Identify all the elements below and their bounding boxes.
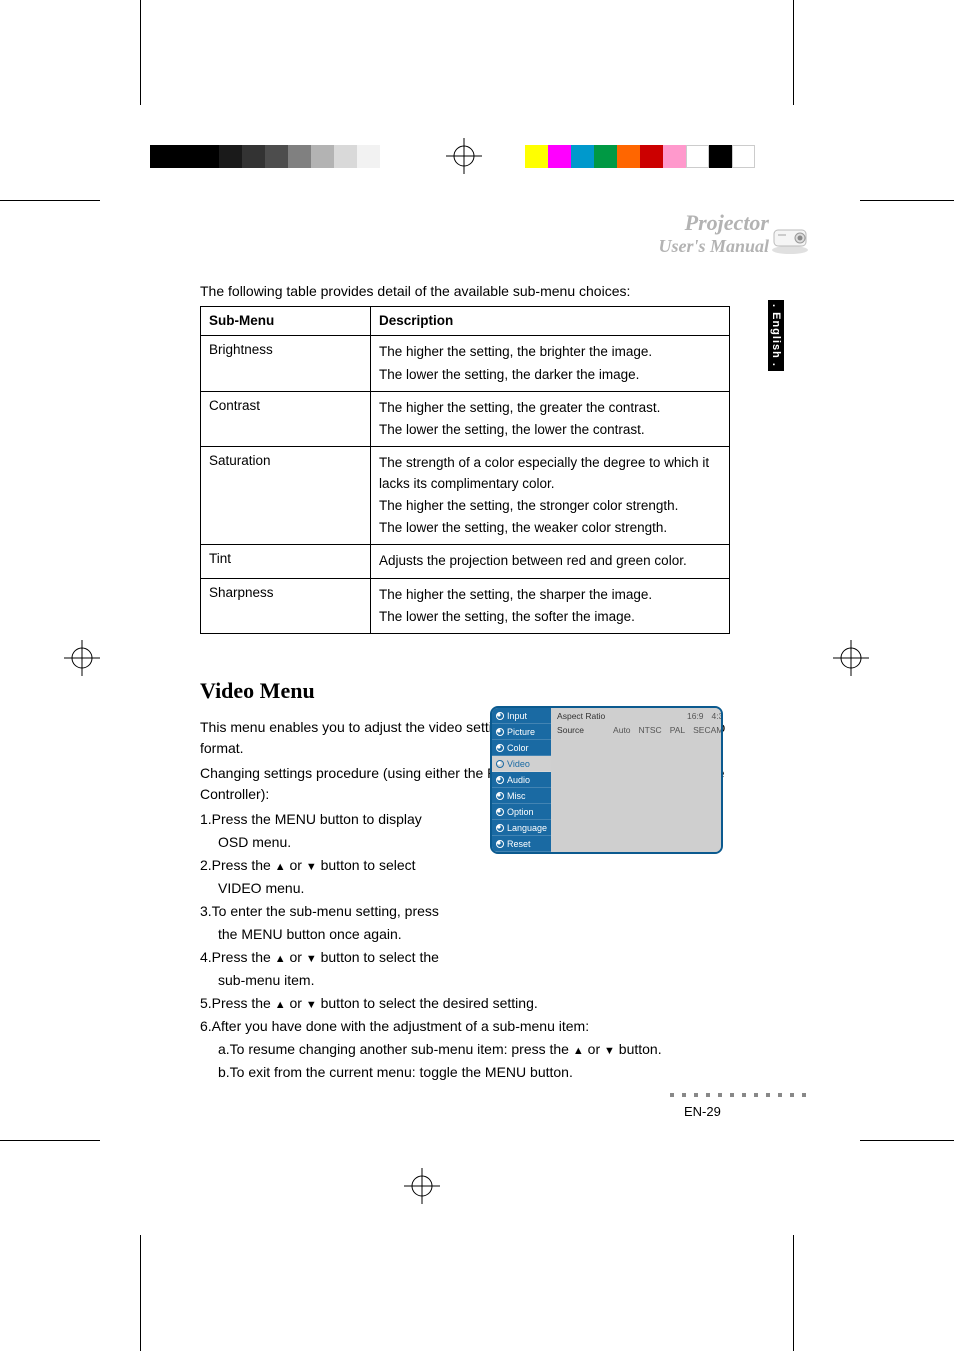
step-6a: a.To resume changing another sub-menu it… (200, 1039, 730, 1060)
grayscale-swatches (150, 145, 380, 168)
step-6b: b.To exit from the current menu: toggle … (200, 1062, 730, 1083)
crop-mark (140, 1235, 141, 1351)
language-tab: . English . (768, 300, 784, 371)
osd-menu: Input Picture Color Video Audio Misc Opt… (492, 708, 551, 852)
up-arrow-icon: ▲ (275, 953, 286, 965)
step-1: 1.Press the MENU button to display (200, 809, 490, 830)
th-submenu: Sub-Menu (201, 307, 371, 336)
cell-sub: Brightness (201, 336, 371, 392)
header-title: Projector (658, 210, 769, 236)
osd-panel-row: Source Auto NTSC PAL SECAM (557, 725, 723, 735)
up-arrow-icon: ▲ (275, 999, 286, 1011)
table-row: Contrast The higher the setting, the gre… (201, 391, 730, 447)
step-4: 4.Press the ▲ or ▼ button to select the (200, 947, 490, 968)
crop-mark (793, 0, 794, 105)
up-arrow-icon: ▲ (573, 1045, 584, 1057)
osd-panel-row: Aspect Ratio 16:9 4:3 (557, 711, 723, 721)
osd-screenshot: Input Picture Color Video Audio Misc Opt… (490, 706, 723, 854)
crop-mark (793, 1235, 794, 1351)
crop-mark (0, 200, 100, 201)
crop-mark (0, 1140, 100, 1141)
page-number: EN-29 (684, 1104, 721, 1119)
crop-mark (860, 1140, 954, 1141)
page-content: The following table provides detail of t… (200, 281, 730, 1085)
down-arrow-icon: ▼ (306, 861, 317, 873)
crop-mark (140, 0, 141, 105)
osd-panel: Aspect Ratio 16:9 4:3 Source Auto NTSC P… (551, 708, 723, 852)
step-5: 5.Press the ▲ or ▼ button to select the … (200, 993, 730, 1014)
osd-menu-item: Audio (492, 772, 551, 788)
osd-menu-item: Option (492, 804, 551, 820)
cell-desc: The higher the setting, the brighter the… (371, 336, 730, 392)
table-row: Sharpness The higher the setting, the sh… (201, 578, 730, 634)
cell-sub: Saturation (201, 447, 371, 545)
step-2: 2.Press the ▲ or ▼ button to select (200, 855, 490, 876)
cell-desc: The higher the setting, the sharper the … (371, 578, 730, 634)
crop-mark (860, 200, 954, 201)
down-arrow-icon: ▼ (306, 953, 317, 965)
section-heading: Video Menu (200, 674, 730, 707)
up-arrow-icon: ▲ (275, 861, 286, 873)
th-description: Description (371, 307, 730, 336)
registration-mark (64, 640, 100, 676)
down-arrow-icon: ▼ (306, 999, 317, 1011)
down-arrow-icon: ▼ (604, 1045, 615, 1057)
table-row: Saturation The strength of a color espec… (201, 447, 730, 545)
osd-menu-item: Reset (492, 836, 551, 852)
osd-menu-item: Input (492, 708, 551, 724)
registration-mark (833, 640, 869, 676)
document-header: Projector User's Manual (658, 210, 769, 257)
osd-menu-item: Color (492, 740, 551, 756)
osd-menu-item: Misc (492, 788, 551, 804)
header-subtitle: User's Manual (658, 236, 769, 257)
cell-desc: The higher the setting, the greater the … (371, 391, 730, 447)
registration-mark (446, 138, 482, 174)
intro-text: The following table provides detail of t… (200, 281, 730, 302)
table-row: Brightness The higher the setting, the b… (201, 336, 730, 392)
osd-menu-item-selected: Video (492, 756, 551, 772)
cell-sub: Sharpness (201, 578, 371, 634)
table-row: Tint Adjusts the projection between red … (201, 545, 730, 578)
submenu-table: Sub-Menu Description Brightness The high… (200, 306, 730, 634)
osd-menu-item: Language (492, 820, 551, 836)
step-3: 3.To enter the sub-menu setting, press (200, 901, 490, 922)
step-6: 6.After you have done with the adjustmen… (200, 1016, 730, 1037)
osd-menu-item: Picture (492, 724, 551, 740)
color-swatches (525, 145, 755, 168)
footer-dots (670, 1093, 806, 1097)
cell-desc: Adjusts the projection between red and g… (371, 545, 730, 578)
cell-desc: The strength of a color especially the d… (371, 447, 730, 545)
registration-mark (404, 1168, 440, 1204)
projector-icon (766, 212, 814, 260)
cell-sub: Tint (201, 545, 371, 578)
cell-sub: Contrast (201, 391, 371, 447)
